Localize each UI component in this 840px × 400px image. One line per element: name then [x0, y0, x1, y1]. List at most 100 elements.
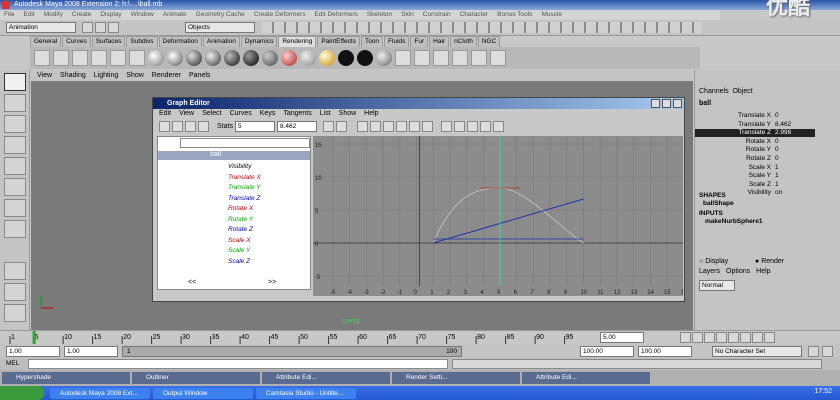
- minimized-window-tab[interactable]: Attribute Edi...: [522, 372, 650, 384]
- shader-ball-icon[interactable]: [262, 50, 278, 66]
- channel-value[interactable]: 8.462: [775, 121, 791, 128]
- shelf-tab-rendering[interactable]: Rendering: [278, 36, 317, 47]
- lock-weight-icon[interactable]: [479, 120, 491, 132]
- channel-value[interactable]: 1: [775, 181, 779, 188]
- panel-menu-panels[interactable]: Panels: [189, 70, 210, 81]
- ipr-render-icon[interactable]: [414, 50, 430, 66]
- go-to-end-icon[interactable]: [764, 332, 775, 343]
- taskbar-item[interactable]: Output Window: [153, 387, 253, 399]
- menu-window[interactable]: Window: [131, 10, 154, 20]
- layout-single-icon[interactable]: [3, 262, 26, 280]
- step-back-icon[interactable]: [692, 332, 703, 343]
- current-time-indicator[interactable]: [32, 331, 36, 345]
- channel-row[interactable]: Scale X 1: [695, 164, 815, 172]
- channel-value[interactable]: 2.998: [775, 129, 791, 136]
- select-tool-icon[interactable]: [3, 73, 26, 91]
- graph-menu-curves[interactable]: Curves: [230, 109, 252, 119]
- lattice-deform-icon[interactable]: [198, 120, 209, 132]
- frame-all-icon[interactable]: [322, 120, 334, 132]
- ramp-shader-icon[interactable]: [281, 50, 297, 66]
- minimize-button[interactable]: [651, 99, 660, 108]
- display-radio[interactable]: ○ Display: [699, 258, 728, 265]
- playback-end-field[interactable]: 100.00: [580, 346, 634, 357]
- graph-menu-select[interactable]: Select: [202, 109, 221, 119]
- channel-value[interactable]: 0: [775, 112, 779, 119]
- shelf-tab-hair[interactable]: Hair: [429, 36, 450, 47]
- panel-menu-lighting[interactable]: Lighting: [94, 70, 119, 81]
- menu-set-dropdown[interactable]: Animation: [6, 22, 76, 33]
- paint-icon[interactable]: [471, 50, 487, 66]
- channel-row[interactable]: Rotate Y 0: [695, 146, 815, 154]
- graph-menu-keys[interactable]: Keys: [260, 109, 276, 119]
- range-slider-bar[interactable]: 1 100: [122, 346, 462, 357]
- move-tool-icon[interactable]: [3, 136, 26, 154]
- light-icon[interactable]: [53, 50, 69, 66]
- auto-key-icon[interactable]: [808, 346, 819, 357]
- phong-material-icon[interactable]: [186, 50, 202, 66]
- shelf-tab-painteffects[interactable]: PaintEffects: [317, 36, 360, 47]
- stats-value-field[interactable]: 8.462: [276, 120, 317, 132]
- anim-prefs-icon[interactable]: [822, 346, 833, 357]
- taskbar-item[interactable]: Camtasia Studio - Untitle...: [256, 387, 356, 399]
- outliner-channel-item[interactable]: Scale Z: [228, 258, 250, 265]
- new-scene-icon[interactable]: [82, 22, 93, 33]
- layer-menu-layers[interactable]: Layers: [699, 268, 720, 275]
- layer-menu-help[interactable]: Help: [756, 268, 770, 275]
- outliner-scroll-left[interactable]: <<: [188, 279, 196, 286]
- channel-value[interactable]: 1: [775, 172, 779, 179]
- insert-key-icon[interactable]: [172, 120, 183, 132]
- minimized-window-tab[interactable]: Outliner: [132, 372, 260, 384]
- current-frame-field[interactable]: 5.00: [600, 332, 644, 343]
- layout-two-icon[interactable]: [3, 304, 26, 322]
- menu-geometry-cache[interactable]: Geometry Cache: [196, 10, 245, 20]
- graph-menu-list[interactable]: List: [320, 109, 331, 119]
- channel-value[interactable]: on: [775, 189, 782, 196]
- flat-tangent-icon[interactable]: [395, 120, 407, 132]
- play-back-icon[interactable]: [716, 332, 727, 343]
- menu-skeleton[interactable]: Skeleton: [367, 10, 392, 20]
- channels-menu[interactable]: Channels: [699, 88, 729, 95]
- shelf-tab-fur[interactable]: Fur: [410, 36, 429, 47]
- hypershade-icon[interactable]: [452, 50, 468, 66]
- layout-four-icon[interactable]: [3, 283, 26, 301]
- graph-menu-show[interactable]: Show: [339, 109, 357, 119]
- channel-value[interactable]: 0: [775, 155, 779, 162]
- move-key-icon[interactable]: [159, 120, 170, 132]
- area-light-icon[interactable]: [110, 50, 126, 66]
- outliner-object-row[interactable]: ball: [158, 151, 310, 160]
- anisotropic-material-icon[interactable]: [205, 50, 221, 66]
- menu-file[interactable]: File: [4, 10, 14, 20]
- volume-light-icon[interactable]: [129, 50, 145, 66]
- menu-animate[interactable]: Animate: [163, 10, 187, 20]
- buffer-curve-icon[interactable]: [492, 120, 504, 132]
- channel-row[interactable]: Translate X 0: [695, 112, 815, 120]
- go-to-start-icon[interactable]: [680, 332, 691, 343]
- graph-menu-tangents[interactable]: Tangents: [283, 109, 311, 119]
- paint-select-tool-icon[interactable]: [3, 115, 26, 133]
- outliner-channel-item[interactable]: Translate Y: [228, 184, 261, 191]
- menu-character[interactable]: Character: [460, 10, 489, 20]
- shelf-tab-ngc[interactable]: NGC: [477, 36, 501, 47]
- outliner-scroll-right[interactable]: >>: [268, 279, 276, 286]
- shelf-tab-toon[interactable]: Toon: [360, 36, 384, 47]
- render-settings-icon[interactable]: [433, 50, 449, 66]
- time-slider[interactable]: 1 5 10 15 20 25 30 35 40 45 50 55 60 65 70 75 80 85 90 95 5…: [0, 330, 840, 345]
- unify-tangent-icon[interactable]: [453, 120, 465, 132]
- outliner-channel-item[interactable]: Translate X: [228, 174, 261, 181]
- character-set-dropdown[interactable]: No Character Set: [712, 346, 802, 357]
- start-button[interactable]: [0, 386, 44, 400]
- point-light-icon[interactable]: [91, 50, 107, 66]
- channel-value[interactable]: 0: [775, 138, 779, 145]
- minimized-window-tab[interactable]: Attribute Edi...: [262, 372, 390, 384]
- free-weight-icon[interactable]: [466, 120, 478, 132]
- manipulator-tool-icon[interactable]: [3, 199, 26, 217]
- shelf-tab-general[interactable]: General: [30, 36, 62, 47]
- spot-light-icon[interactable]: [72, 50, 88, 66]
- menu-edit[interactable]: Edit: [23, 10, 34, 20]
- panel-menu-show[interactable]: Show: [126, 70, 144, 81]
- plateau-tangent-icon[interactable]: [421, 120, 433, 132]
- next-key-icon[interactable]: [740, 332, 751, 343]
- scale-tool-icon[interactable]: [3, 178, 26, 196]
- channel-row[interactable]: Scale Z 1: [695, 181, 815, 189]
- outliner-channel-item[interactable]: Visibility: [228, 163, 251, 170]
